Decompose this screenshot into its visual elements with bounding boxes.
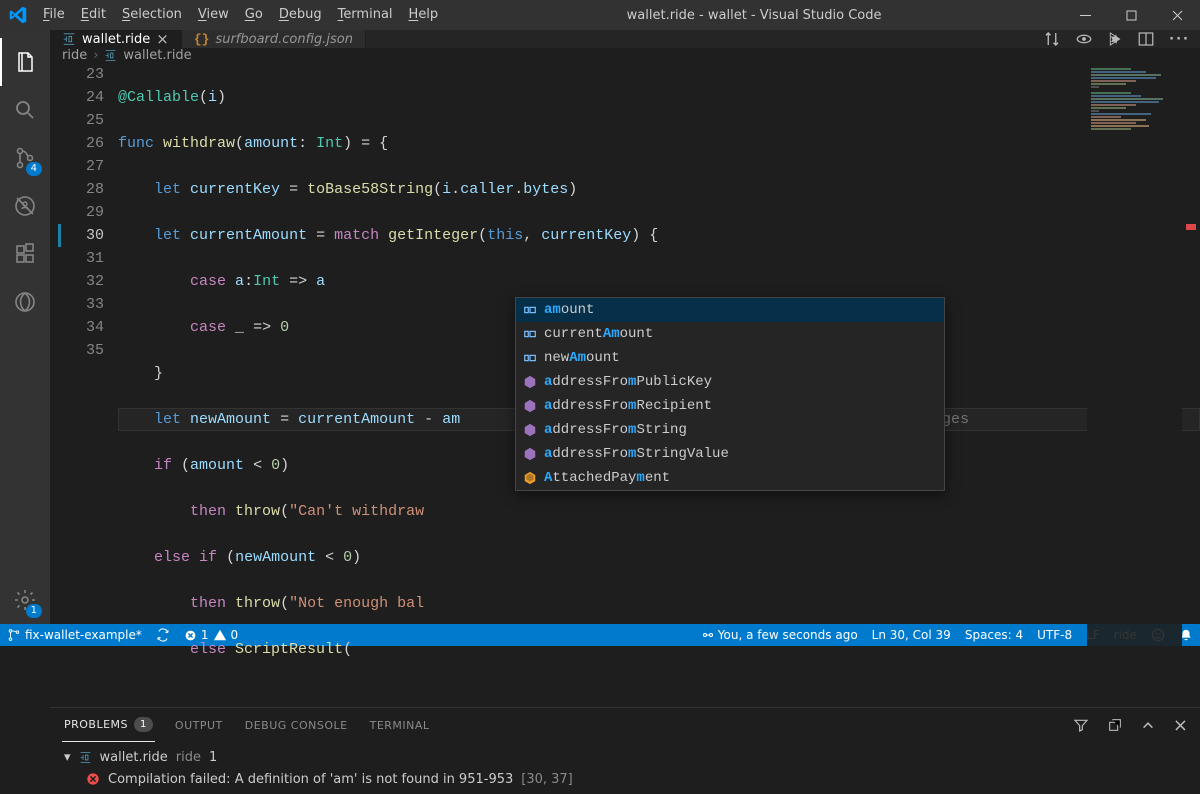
- preview-icon[interactable]: [1075, 30, 1093, 48]
- source-control-icon[interactable]: 4: [0, 134, 50, 182]
- tab-label: wallet.ride: [82, 32, 150, 47]
- extensions-icon[interactable]: [0, 230, 50, 278]
- filter-icon[interactable]: [1073, 717, 1089, 733]
- suggest-label: addressFromRecipient: [544, 398, 712, 414]
- problems-file-name: wallet.ride: [100, 750, 168, 765]
- breadcrumb-folder: ride: [62, 48, 87, 63]
- suggest-label: addressFromString: [544, 422, 687, 438]
- scm-badge: 4: [26, 162, 42, 176]
- json-icon: {}: [194, 32, 210, 47]
- titlebar: File Edit Selection View Go Debug Termin…: [0, 0, 1200, 30]
- activity-bar: 4 1: [0, 30, 50, 624]
- menu-terminal[interactable]: Terminal: [330, 0, 401, 30]
- menu-go[interactable]: Go: [237, 0, 271, 30]
- suggest-item[interactable]: addressFromString: [516, 418, 944, 442]
- suggest-label: AttachedPayment: [544, 470, 670, 486]
- suggest-item[interactable]: AttachedPayment: [516, 466, 944, 490]
- panel-tabs: PROBLEMS 1 OUTPUT DEBUG CONSOLE TERMINAL…: [50, 708, 1200, 742]
- maximize-button[interactable]: [1108, 0, 1154, 30]
- method-icon: [522, 398, 538, 414]
- suggest-item[interactable]: addressFromRecipient: [516, 394, 944, 418]
- menu-bar: File Edit Selection View Go Debug Termin…: [35, 0, 446, 30]
- maximize-panel-icon[interactable]: [1141, 718, 1155, 732]
- tab-label: surfboard.config.json: [215, 32, 353, 47]
- close-button[interactable]: [1154, 0, 1200, 30]
- close-icon[interactable]: ×: [156, 30, 169, 48]
- settings-badge: 1: [26, 604, 42, 618]
- editor-actions: ···: [1033, 30, 1200, 48]
- suggest-label: addressFromStringValue: [544, 446, 729, 462]
- chevron-right-icon: ›: [93, 48, 98, 63]
- error-icon: [86, 772, 100, 786]
- method-icon: [522, 374, 538, 390]
- menu-edit[interactable]: Edit: [73, 0, 114, 30]
- problems-file-lang: ride: [176, 750, 201, 765]
- suggest-label: currentAmount: [544, 326, 653, 342]
- tab-wallet-ride[interactable]: wallet.ride ×: [50, 30, 182, 48]
- collapse-all-icon[interactable]: [1107, 717, 1123, 733]
- compare-icon[interactable]: [1043, 30, 1061, 48]
- variable-icon: [522, 302, 538, 318]
- suggest-item[interactable]: amount: [516, 298, 944, 322]
- suggest-item[interactable]: addressFromStringValue: [516, 442, 944, 466]
- glyph-margin: [50, 63, 68, 707]
- panel-tab-output[interactable]: OUTPUT: [173, 708, 225, 742]
- menu-selection[interactable]: Selection: [114, 0, 190, 30]
- suggest-widget[interactable]: amount currentAmount newAmount addressFromP…: [515, 297, 945, 491]
- suggest-label: newAmount: [544, 350, 620, 366]
- suggest-item[interactable]: addressFromPublicKey: [516, 370, 944, 394]
- run-icon[interactable]: [1107, 31, 1123, 47]
- file-icon: [62, 32, 76, 46]
- problems-file-row[interactable]: ▾ wallet.ride ride 1: [64, 746, 1186, 768]
- bottom-panel: PROBLEMS 1 OUTPUT DEBUG CONSOLE TERMINAL…: [50, 707, 1200, 794]
- breadcrumb[interactable]: ride › wallet.ride: [50, 48, 1200, 63]
- menu-help[interactable]: Help: [401, 0, 447, 30]
- suggest-label: addressFromPublicKey: [544, 374, 712, 390]
- split-icon[interactable]: [1137, 30, 1155, 48]
- variable-icon: [522, 326, 538, 342]
- close-panel-icon[interactable]: ×: [1173, 715, 1188, 736]
- problem-row[interactable]: Compilation failed: A definition of 'am'…: [64, 768, 1186, 790]
- suggest-item[interactable]: newAmount: [516, 346, 944, 370]
- method-icon: [522, 422, 538, 438]
- panel-tab-debug-console[interactable]: DEBUG CONSOLE: [243, 708, 350, 742]
- class-icon: [522, 470, 538, 486]
- window-title: wallet.ride - wallet - Visual Studio Cod…: [446, 8, 1062, 23]
- search-icon[interactable]: [0, 86, 50, 134]
- file-icon: [79, 751, 92, 764]
- overview-error-marker[interactable]: [1186, 224, 1196, 230]
- more-icon[interactable]: ···: [1169, 32, 1190, 47]
- tab-surfboard-config[interactable]: {} surfboard.config.json: [182, 30, 366, 48]
- debug-icon[interactable]: [0, 182, 50, 230]
- menu-debug[interactable]: Debug: [271, 0, 330, 30]
- menu-view[interactable]: View: [190, 0, 237, 30]
- menu-file[interactable]: File: [35, 0, 73, 30]
- problems-count-badge: 1: [134, 717, 153, 732]
- panel-tab-terminal[interactable]: TERMINAL: [368, 708, 432, 742]
- editor-tabs: wallet.ride × {} surfboard.config.json ·…: [50, 30, 1200, 48]
- minimap[interactable]: [1087, 63, 1182, 707]
- problems-list: ▾ wallet.ride ride 1 Compilation failed:…: [50, 742, 1200, 794]
- vscode-logo: [0, 6, 35, 24]
- minimize-button[interactable]: [1062, 0, 1108, 30]
- line-numbers: 23242526272829303132333435: [68, 63, 118, 707]
- method-icon: [522, 446, 538, 462]
- suggest-item[interactable]: currentAmount: [516, 322, 944, 346]
- panel-tab-problems[interactable]: PROBLEMS 1: [62, 708, 155, 742]
- file-problems-count: 1: [209, 750, 217, 765]
- variable-icon: [522, 350, 538, 366]
- settings-icon[interactable]: 1: [0, 576, 50, 624]
- explorer-icon[interactable]: [0, 38, 50, 86]
- suggest-label: amount: [544, 302, 594, 318]
- problem-message: Compilation failed: A definition of 'am'…: [108, 772, 513, 787]
- breadcrumb-file: wallet.ride: [123, 48, 191, 63]
- live-share-icon[interactable]: [0, 278, 50, 326]
- file-icon: [104, 49, 117, 62]
- chevron-down-icon: ▾: [64, 750, 71, 765]
- problem-location: [30, 37]: [521, 772, 573, 787]
